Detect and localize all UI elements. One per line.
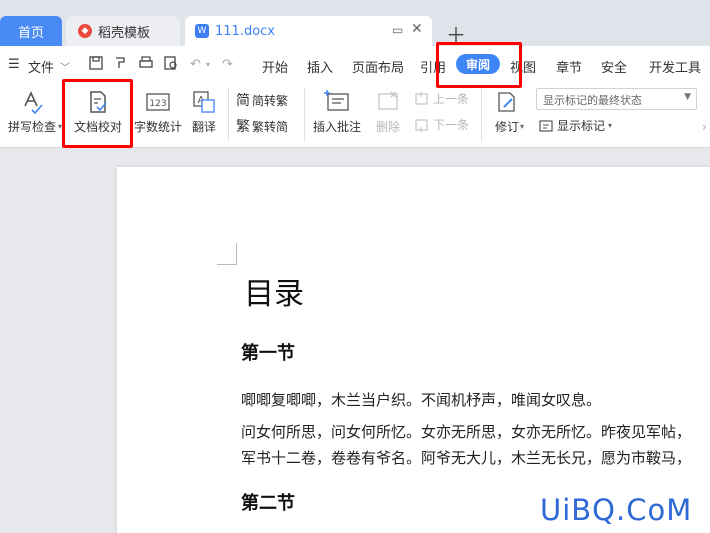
delete-comment-icon [378, 91, 398, 110]
show-markup-icon [539, 119, 553, 132]
spell-check-dropdown-icon[interactable]: ▾ [58, 122, 62, 131]
previous-comment-label: 上一条 [433, 92, 470, 106]
insert-comment-icon [324, 90, 349, 111]
to-simplified-label: 繁转简 [252, 119, 289, 134]
previous-comment-icon [415, 91, 428, 105]
menu-insert[interactable]: 插入 [307, 57, 333, 76]
ribbon-more-icon[interactable]: › [702, 120, 707, 134]
menu-references[interactable]: 引用 [420, 57, 446, 76]
menu-chapter[interactable]: 章节 [556, 57, 582, 76]
print-icon[interactable] [138, 55, 154, 71]
print-preview-icon[interactable] [163, 55, 179, 71]
translate-button[interactable]: A 翻译 [186, 90, 222, 135]
previous-comment-button[interactable]: 上一条 [414, 90, 469, 107]
wps-writer-window: 首页 ◆ 稻壳模板 W 111.docx ▭ ✕ ＋ ☰ 文件 ﹀ ↶ ▾ ↷ … [0, 0, 710, 533]
next-comment-icon [415, 118, 428, 132]
to-simplified-icon: 繁 [236, 119, 250, 135]
show-markup-dropdown-icon: ▾ [608, 121, 613, 130]
word-count-label: 字数统计 [133, 120, 182, 134]
doc-paragraph: 军书十二卷，卷卷有爷名。阿爷无大儿，木兰无长兄，愿为市鞍马， [241, 449, 692, 467]
to-traditional-button[interactable]: 简 简转繁 [236, 90, 288, 110]
tab-document[interactable]: W 111.docx ▭ ✕ [185, 16, 432, 46]
menu-bar: ☰ 文件 ﹀ ↶ ▾ ↷ 开始 插入 页面布局 引用 审阅 视图 章节 安全 开… [0, 46, 710, 84]
doc-section-heading: 第一节 [241, 343, 295, 364]
ribbon-divider [228, 88, 229, 142]
word-count-button[interactable]: 123 字数统计 [132, 90, 184, 135]
delete-comment-button[interactable]: 删除 [368, 90, 408, 135]
new-tab-icon[interactable]: ＋ [446, 19, 466, 48]
menu-page-layout[interactable]: 页面布局 [352, 57, 404, 76]
hamburger-icon[interactable]: ☰ [8, 57, 20, 72]
document-area: 目录 第一节 唧唧复唧唧，木兰当户织。不闻机杼声，唯闻女叹息。 问女何所思，问女… [0, 149, 710, 533]
tab-home[interactable]: 首页 [0, 16, 62, 46]
review-ribbon: 拼写检查 ▾ 文档校对 123 字数统计 A 翻译 简 简转繁 繁 繁转简 插入… [0, 84, 710, 148]
word-doc-icon: W [195, 24, 209, 38]
docer-logo-icon: ◆ [78, 24, 92, 38]
tab-home-label: 首页 [17, 25, 44, 41]
menu-start[interactable]: 开始 [262, 57, 288, 76]
tab-template-label: 稻壳模板 [98, 25, 151, 41]
spell-check-label: 拼写检查 [7, 120, 56, 134]
menu-review[interactable]: 审阅 [456, 54, 500, 74]
delete-comment-label: 删除 [375, 120, 400, 134]
insert-comment-button[interactable]: 插入批注 [310, 90, 364, 135]
format-painter-icon[interactable] [113, 55, 129, 71]
doc-paragraph: 唧唧复唧唧，木兰当户织。不闻机杼声，唯闻女叹息。 [241, 391, 602, 409]
next-comment-label: 下一条 [433, 118, 470, 132]
markup-state-value: 显示标记的最终状态 [543, 94, 642, 107]
menu-security[interactable]: 安全 [601, 57, 627, 76]
doc-proofread-label: 文档校对 [73, 120, 122, 134]
to-traditional-icon: 简 [236, 93, 250, 109]
doc-toc-title: 目录 [244, 277, 304, 312]
show-markup-button[interactable]: 显示标记 ▾ [538, 117, 612, 134]
spell-check-button[interactable]: 拼写检查 [4, 90, 60, 135]
to-simplified-button[interactable]: 繁 繁转简 [236, 116, 288, 136]
doc-section-heading: 第二节 [241, 493, 295, 514]
undo-dropdown-icon[interactable]: ▾ [206, 60, 210, 69]
doc-proofread-button[interactable]: 文档校对 [70, 90, 126, 135]
markup-state-select[interactable]: 显示标记的最终状态 ▼ [536, 88, 697, 110]
tab-template[interactable]: ◆ 稻壳模板 [66, 16, 180, 46]
tab-document-label: 111.docx [215, 23, 275, 39]
next-comment-button[interactable]: 下一条 [414, 116, 469, 133]
tab-bar: 首页 ◆ 稻壳模板 W 111.docx ▭ ✕ ＋ [0, 0, 710, 48]
doc-paragraph: 问女何所思，问女何所忆。女亦无所思，女亦无所忆。昨夜见军帖， [241, 423, 692, 441]
redo-icon[interactable]: ↷ [222, 57, 233, 72]
site-watermark: UiBQ.CoM [540, 493, 693, 527]
svg-text:123: 123 [149, 99, 166, 109]
chevron-down-icon: ▼ [684, 92, 691, 102]
doc-proofread-icon [90, 91, 107, 113]
menu-developer[interactable]: 开发工具 [649, 57, 701, 76]
ribbon-divider [481, 88, 482, 142]
close-tab-icon[interactable]: ✕ [411, 21, 423, 37]
margin-corner-mark [217, 243, 237, 265]
chevron-down-icon[interactable]: ﹀ [60, 59, 70, 74]
save-icon[interactable] [88, 55, 104, 71]
word-count-icon: 123 [146, 93, 170, 111]
menu-file[interactable]: 文件 [28, 57, 54, 76]
undo-icon[interactable]: ↶ [190, 57, 201, 72]
menu-view[interactable]: 视图 [510, 57, 536, 76]
insert-comment-label: 插入批注 [312, 120, 361, 134]
translate-label: 翻译 [191, 120, 216, 134]
restore-window-icon[interactable]: ▭ [392, 23, 403, 37]
ribbon-divider [304, 88, 305, 142]
translate-icon: A [193, 91, 215, 113]
document-page[interactable]: 目录 第一节 唧唧复唧唧，木兰当户织。不闻机杼声，唯闻女叹息。 问女何所思，问女… [117, 167, 710, 533]
track-changes-dropdown-icon[interactable]: ▾ [520, 122, 524, 131]
track-changes-icon [498, 92, 515, 112]
spell-check-icon [24, 91, 43, 114]
to-traditional-label: 简转繁 [252, 93, 289, 108]
show-markup-label: 显示标记 [557, 119, 606, 133]
